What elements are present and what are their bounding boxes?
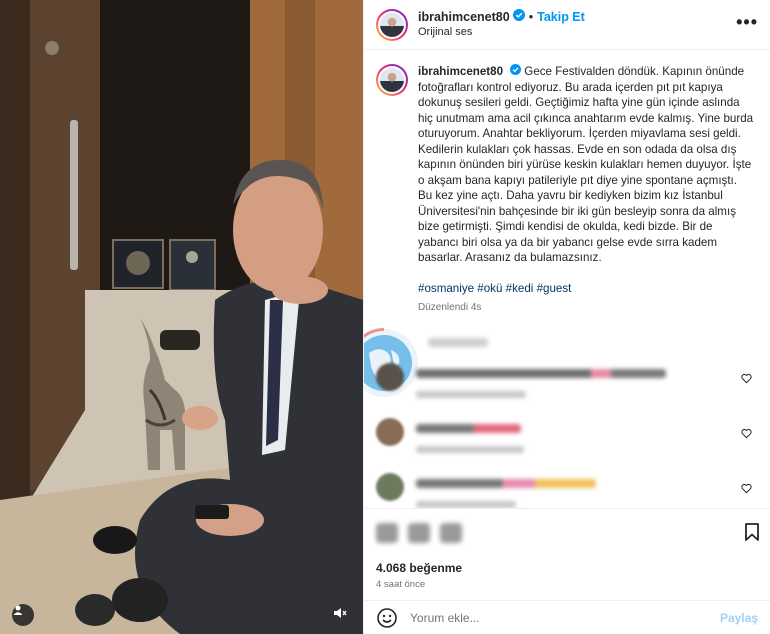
- tagged-users-button[interactable]: [12, 604, 34, 626]
- separator-dot: •: [528, 9, 534, 24]
- bookmark-icon[interactable]: [744, 523, 760, 541]
- post-comment-button[interactable]: Paylaş: [720, 611, 758, 625]
- speaker-muted-icon: [334, 608, 347, 618]
- edited-text: Düzenlendi: [418, 302, 469, 313]
- comment-meta: [416, 390, 526, 398]
- caption-username[interactable]: ibrahimcenet80: [418, 65, 503, 78]
- video-frame: [0, 0, 363, 634]
- comment-text: [416, 423, 521, 433]
- audio-label[interactable]: Orijinal ses: [418, 25, 585, 40]
- comments-list: [418, 337, 758, 347]
- caption: ibrahimcenet80 Gece Festivalden döndük. …: [376, 64, 758, 316]
- comment: [376, 362, 758, 418]
- view-replies-placeholder: [428, 337, 488, 347]
- like-button[interactable]: [376, 523, 398, 543]
- caption-hashtags[interactable]: #osmaniye #okü #kedi #guest: [418, 281, 754, 297]
- add-comment-bar: Paylaş: [364, 600, 770, 634]
- comment-meta: [416, 500, 516, 508]
- comment-avatar[interactable]: [376, 472, 404, 501]
- heart-icon[interactable]: [741, 428, 752, 439]
- emoji-icon[interactable]: [376, 607, 398, 629]
- heart-icon[interactable]: [741, 483, 752, 494]
- comment-input[interactable]: [410, 610, 720, 625]
- caption-text: Gece Festivalden döndük. Kapının önünde …: [418, 65, 754, 264]
- post-actions: 4.068 beğenme 4 saat önce Paylaş: [364, 508, 770, 634]
- avatar[interactable]: [376, 8, 408, 41]
- comment-meta: [416, 445, 524, 453]
- comment-text: [416, 478, 596, 488]
- post-video[interactable]: [0, 0, 363, 634]
- edited-label: Düzenlendi 4s: [418, 300, 754, 316]
- comment-avatar[interactable]: [376, 417, 404, 446]
- comments-section[interactable]: ibrahimcenet80 Gece Festivalden döndük. …: [364, 50, 770, 508]
- likes-count[interactable]: 4.068 beğenme: [376, 561, 758, 575]
- post-header: ibrahimcenet80 • Takip Et Orijinal ses •…: [364, 0, 770, 50]
- verified-badge-icon: [512, 9, 525, 25]
- comment: [376, 472, 758, 509]
- more-options-button[interactable]: •••: [736, 13, 758, 31]
- mute-button[interactable]: [333, 606, 351, 624]
- comment-button[interactable]: [408, 523, 430, 543]
- edited-time: 4s: [470, 302, 482, 313]
- comment-text: [416, 368, 666, 378]
- header-username[interactable]: ibrahimcenet80: [418, 10, 510, 25]
- post-time[interactable]: 4 saat önce: [376, 579, 758, 590]
- verified-badge-icon: [510, 64, 522, 80]
- user-icon: [13, 605, 23, 615]
- follow-button[interactable]: Takip Et: [537, 10, 585, 25]
- share-button[interactable]: [440, 523, 462, 543]
- heart-icon[interactable]: [741, 373, 752, 384]
- caption-avatar[interactable]: [376, 64, 408, 96]
- comment: [376, 417, 758, 473]
- comment-avatar[interactable]: [376, 362, 404, 391]
